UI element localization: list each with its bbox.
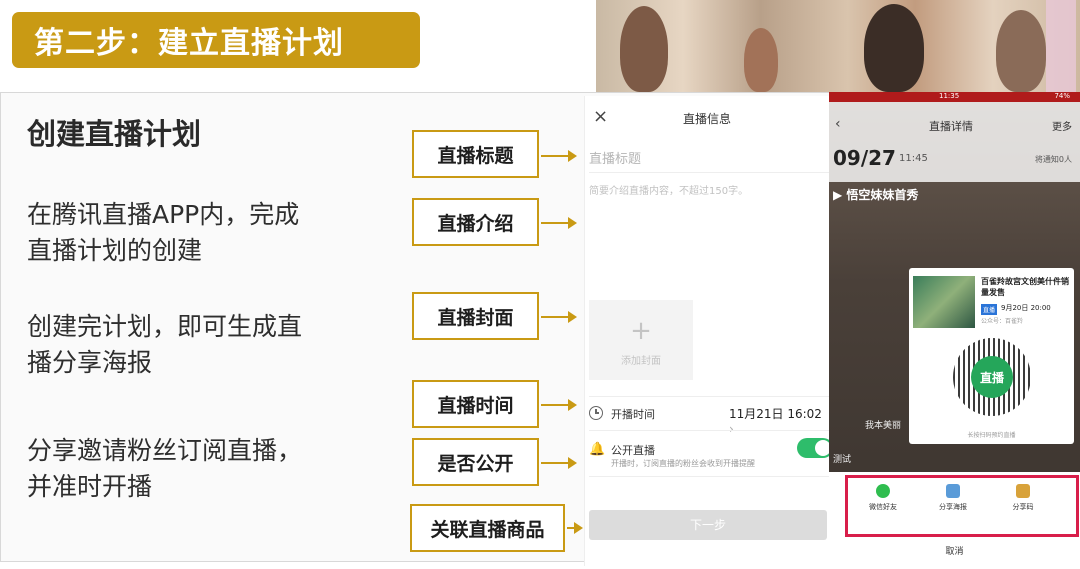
- detail-header-title: 直播详情: [929, 120, 973, 133]
- status-bar: 11:35 74%: [829, 92, 1080, 102]
- live-badge: 直播: [981, 304, 998, 315]
- start-time-value: 11月21日 16:02: [729, 407, 822, 421]
- wechat-icon: [876, 484, 890, 498]
- show-title-text: 悟空妹妹首秀: [846, 188, 919, 202]
- share-poster-card: 百雀羚故宫文创美什件销量发售 直播 9月20日 20:00 公众号：百雀羚 直播…: [909, 268, 1074, 444]
- streamer-figure: [744, 28, 778, 92]
- share-code-label: 分享码: [1012, 503, 1034, 511]
- detail-top-bar: ‹ 直播详情 更多: [829, 102, 1080, 144]
- qr-live-logo: 直播: [971, 356, 1013, 398]
- public-live-label: 公开直播: [611, 444, 655, 457]
- image-icon: [946, 484, 960, 498]
- step-banner: 第二步：建立直播计划: [12, 12, 420, 68]
- streamer-figure: [996, 10, 1046, 92]
- divider: [589, 172, 829, 173]
- top-strip: 第二步：建立直播计划: [0, 0, 1080, 92]
- test-label: 测试: [833, 455, 852, 465]
- callout-linked-products: 关联直播商品: [410, 504, 565, 552]
- streamer-figure: [620, 6, 668, 92]
- arrow-icon: [541, 457, 577, 469]
- notified-count: 将通知0人: [1034, 155, 1072, 164]
- instruction-text-1: 在腾讯直播APP内，完成 直播计划的创建: [27, 200, 300, 265]
- arrow-icon: [541, 311, 577, 323]
- add-cover-label: 添加封面: [621, 356, 661, 367]
- bell-icon: 🔔: [589, 442, 606, 457]
- instruction-text-3: 分享邀请粉丝订阅直播， 并准时开播: [27, 436, 303, 501]
- poster-scan-hint: 长按扫码预约直播: [967, 432, 1016, 439]
- clock-icon: [589, 406, 603, 420]
- share-wechat-button[interactable]: 微信好友: [853, 484, 913, 512]
- livestream-photo-strip: [596, 0, 1080, 92]
- instruction-text-2: 创建完计划，即可生成直 播分享海报: [27, 312, 303, 377]
- divider: [589, 430, 829, 431]
- callout-live-time: 直播时间: [412, 380, 539, 428]
- qr-code-icon: [1016, 484, 1030, 498]
- share-poster-button[interactable]: 分享海报: [923, 484, 983, 512]
- chevron-right-icon: ›: [729, 422, 734, 436]
- callout-live-cover: 直播封面: [412, 292, 539, 340]
- share-poster-label: 分享海报: [939, 503, 967, 511]
- back-icon[interactable]: ‹: [835, 116, 841, 132]
- start-time-label: 开播时间: [611, 408, 655, 421]
- show-title: ▶ 悟空妹妹首秀: [833, 188, 919, 202]
- live-intro-input[interactable]: 简要介绍直播内容，不超过150字。: [589, 182, 748, 197]
- arrow-icon: [541, 150, 577, 162]
- live-hour: 11:45: [899, 153, 928, 164]
- share-code-button[interactable]: 分享码: [993, 484, 1053, 512]
- live-title-input[interactable]: 直播标题: [589, 148, 641, 167]
- live-info-form-screen: × 直播信息 直播标题 简要介绍直播内容，不超过150字。 + 添加封面 开播时…: [584, 96, 833, 566]
- arrow-icon: [541, 399, 577, 411]
- public-live-hint: 开播时，订阅直播的粉丝会收到开播提醒: [611, 459, 755, 468]
- divider: [589, 396, 829, 397]
- poster-thumbnail: [913, 276, 975, 328]
- share-wechat-label: 微信好友: [869, 503, 897, 511]
- next-step-button[interactable]: 下一步: [589, 510, 827, 540]
- arrow-icon: [541, 217, 577, 229]
- callout-live-intro: 直播介绍: [412, 198, 539, 246]
- streamer-name: 我本美丽: [865, 421, 902, 431]
- page-title: 创建直播计划: [27, 117, 202, 151]
- battery-level: 74%: [1054, 92, 1070, 100]
- poster-title: 百雀羚故宫文创美什件销量发售: [981, 277, 1069, 297]
- public-live-toggle[interactable]: [797, 438, 833, 458]
- clothes-rack: [1046, 0, 1076, 92]
- callout-live-title: 直播标题: [412, 130, 539, 178]
- form-header-title: 直播信息: [682, 112, 731, 126]
- poster-publisher: 公众号：百雀羚: [981, 318, 1024, 325]
- cancel-button[interactable]: 取消: [829, 544, 1080, 557]
- streamer-figure: [864, 4, 924, 92]
- live-detail-screen: 11:35 74% ‹ 直播详情 更多 09/27 11:45 将通知0人 ▶ …: [829, 92, 1080, 569]
- live-date: 09/27: [833, 146, 896, 170]
- arrow-icon: [567, 522, 583, 534]
- status-time: 11:35: [939, 92, 960, 100]
- plus-icon: +: [630, 316, 652, 346]
- more-button[interactable]: 更多: [1052, 118, 1072, 133]
- start-time-picker[interactable]: 11月21日 16:02 ›: [729, 405, 829, 436]
- divider: [589, 476, 829, 477]
- poster-time: 9月20日 20:00: [1001, 304, 1051, 312]
- add-cover-button[interactable]: + 添加封面: [589, 300, 693, 380]
- callout-is-public: 是否公开: [412, 438, 539, 486]
